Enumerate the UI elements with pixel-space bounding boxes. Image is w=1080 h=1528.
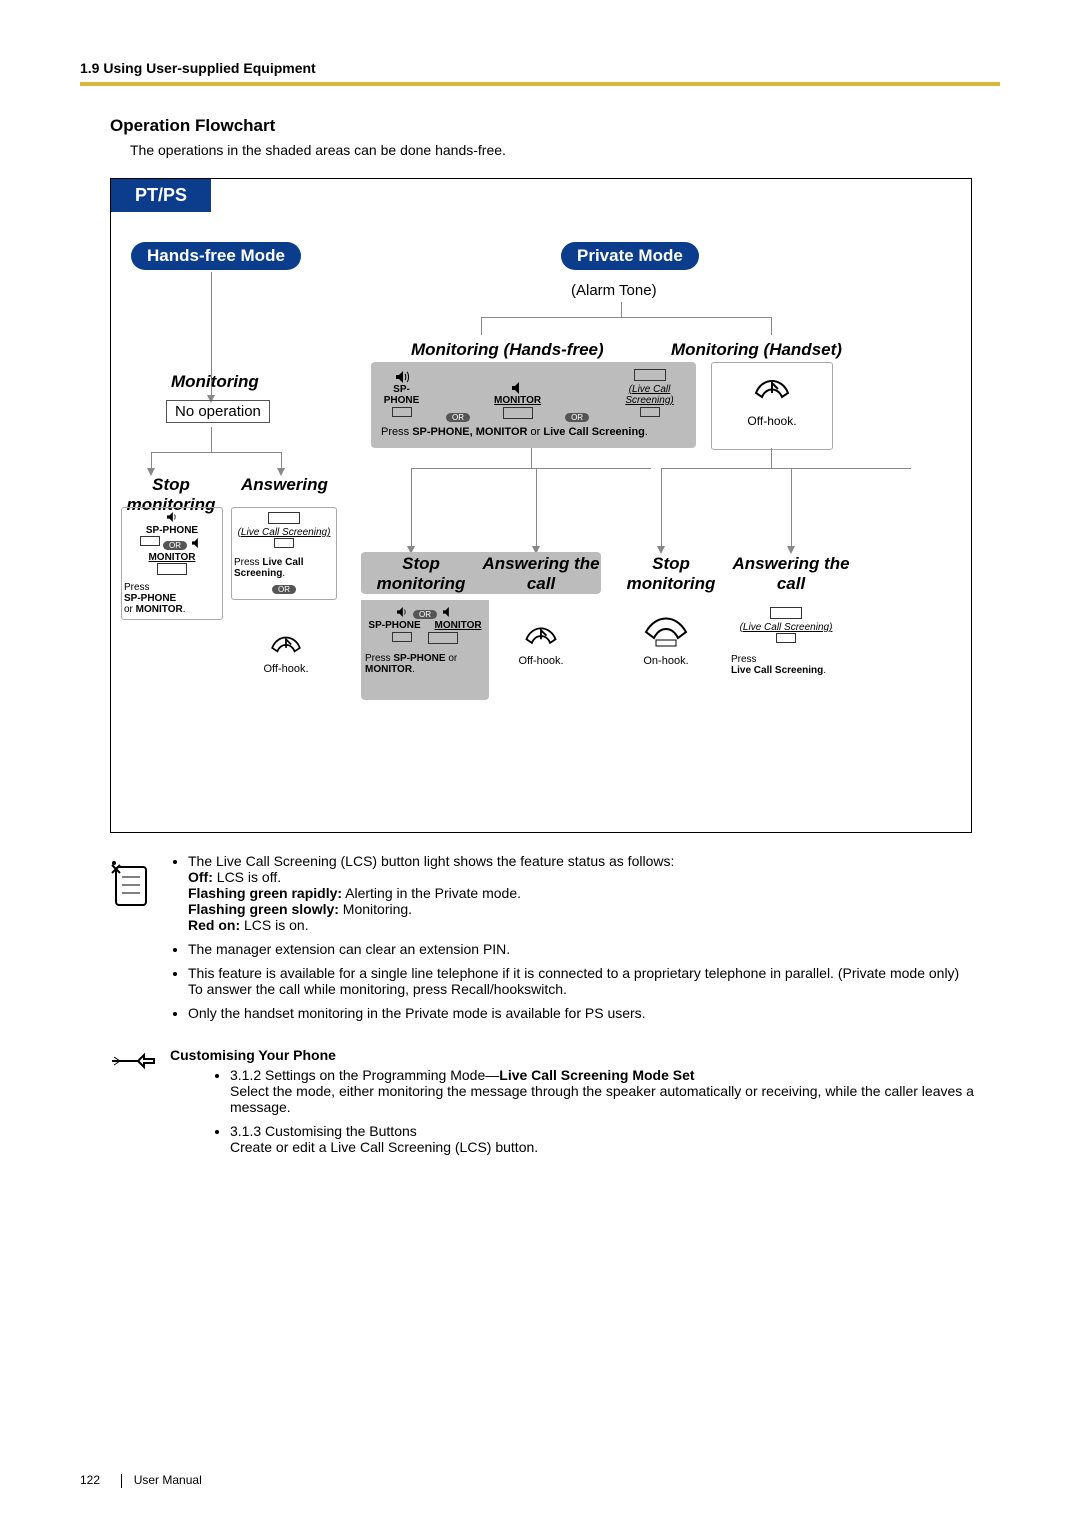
flowchart: PT/PS Hands-free Mode Private Mode (Alar… — [110, 178, 972, 833]
monitoring-hands-free-label: Monitoring (Hands-free) — [411, 340, 604, 360]
notes-block: The Live Call Screening (LCS) button lig… — [110, 853, 1000, 1029]
hands-free-mode-pill: Hands-free Mode — [131, 242, 301, 270]
monitor-label-tiny: MONITOR — [494, 395, 541, 406]
intro-text: The operations in the shaded areas can b… — [130, 142, 1000, 158]
note-lcs-light: The Live Call Screening (LCS) button lig… — [188, 853, 1000, 933]
speaker-icon-3 — [190, 538, 204, 548]
pointing-hand-icon — [110, 1047, 158, 1075]
speaker-icon — [394, 371, 410, 383]
stop-monitoring-head-hs: Stop monitoring — [611, 552, 731, 594]
answering-call-head-hf: Answering the call — [481, 552, 601, 594]
or-pill-5: OR — [413, 610, 437, 619]
page-footer: 122 User Manual — [80, 1473, 202, 1488]
grey-head-handsfree: Stop monitoring Answering the call — [361, 552, 601, 594]
answering-head-left: Answering — [241, 475, 328, 495]
monitoring-handset-label: Monitoring (Handset) — [671, 340, 842, 360]
lcs-tiny-label: (Live Call Screening) — [613, 384, 686, 406]
device-tab: PT/PS — [111, 179, 211, 212]
monitor-icon-2 — [441, 607, 455, 617]
customise-item-1: 3.1.2 Settings on the Programming Mode—L… — [230, 1067, 1000, 1115]
stop-monitoring-head-hf: Stop monitoring — [361, 552, 481, 594]
handset-lift-icon-2 — [266, 622, 306, 660]
or-pill-2: OR — [565, 413, 589, 422]
offhook-box-handset: Off-hook. — [711, 362, 833, 450]
customise-item-2: 3.1.3 Customising the Buttons Create or … — [230, 1123, 1000, 1155]
press-sp-monitor-or-lcs: Press SP-PHONE, MONITOR or Live Call Scr… — [381, 426, 686, 438]
alarm-tone-label: (Alarm Tone) — [571, 282, 657, 299]
hs-answer-lcs: (Live Call Screening) Press Live Call Sc… — [731, 607, 841, 676]
monitoring-label: Monitoring — [171, 372, 259, 392]
page-number: 122 — [80, 1473, 100, 1487]
footer-manual-label: User Manual — [134, 1473, 202, 1487]
customise-title: Customising Your Phone — [170, 1047, 1000, 1063]
press-sp-or-monitor-box: SP-PHONE OR MONITOR Press SP-PHONE or MO… — [121, 507, 223, 620]
customise-block: Customising Your Phone 3.1.2 Settings on… — [110, 1047, 1000, 1163]
speaker-icon-4 — [395, 607, 409, 617]
private-mode-pill: Private Mode — [561, 242, 699, 270]
handset-lift-icon — [750, 363, 794, 407]
note-manager-pin: The manager extension can clear an exten… — [188, 941, 1000, 957]
section-title: Operation Flowchart — [110, 116, 1000, 136]
note-ps-users: Only the handset monitoring in the Priva… — [188, 1005, 1000, 1021]
note-slt-parallel: This feature is available for a single l… — [188, 965, 1000, 997]
no-operation-box: No operation — [166, 400, 270, 423]
monitor-icon — [510, 382, 526, 394]
notes-icon — [110, 859, 154, 909]
or-pill: OR — [446, 413, 470, 422]
offhook-label-1: Off-hook. — [712, 414, 832, 428]
answering-call-head-hs: Answering the call — [731, 552, 851, 594]
or-pill-3: OR — [163, 541, 187, 550]
head-handset: Stop monitoring Answering the call — [611, 552, 851, 594]
header-rule — [80, 82, 1000, 86]
grey-zone-hands-free: SP-PHONE OR MONITOR OR (Live Call Sc — [371, 362, 696, 448]
hf-answer-offhook: Off-hook. — [491, 612, 591, 667]
handset-down-icon — [641, 612, 691, 652]
speaker-icon-2 — [165, 512, 179, 522]
handset-lift-icon-3 — [519, 612, 563, 652]
sp-phone-label-tiny: SP-PHONE — [381, 384, 422, 406]
hf-stop-box: OR SP-PHONE MONITOR Press SP-PHONE or MO… — [361, 600, 489, 700]
hs-stop-onhook: On-hook. — [611, 612, 721, 667]
or-pill-4: OR — [272, 585, 296, 594]
section-header: 1.9 Using User-supplied Equipment — [80, 60, 1000, 76]
offhook-left: Off-hook. — [241, 622, 331, 675]
press-lcs-box: (Live Call Screening) Press Live Call Sc… — [231, 507, 337, 600]
